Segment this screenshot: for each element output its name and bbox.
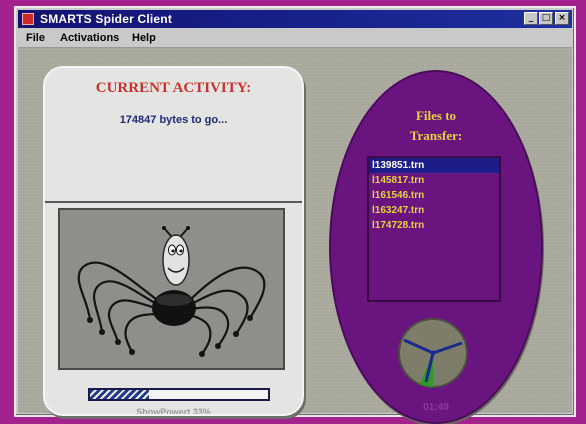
client-area: CURRENT ACTIVITY: 174847 bytes to go... <box>18 48 572 424</box>
files-title-line2: Transfer: <box>409 128 463 143</box>
title-bar[interactable]: SMARTS Spider Client _ □ × <box>18 10 572 28</box>
menu-activations[interactable]: Activations <box>60 32 119 44</box>
divider <box>45 201 302 203</box>
progress-fill <box>90 390 149 399</box>
app-icon <box>22 13 34 25</box>
clock-icon <box>398 318 468 388</box>
activity-title: CURRENT ACTIVITY: <box>95 80 252 96</box>
files-title-line1: Files to <box>415 108 457 123</box>
file-list-item[interactable]: l161546.trn <box>369 188 499 203</box>
spider-icon <box>77 226 266 357</box>
minimize-button[interactable]: _ <box>524 12 538 25</box>
menu-bar: File Activations Help <box>18 29 572 48</box>
elapsed-time: 01:49 <box>423 402 449 413</box>
progress-label: ShowPowert 33% <box>136 407 211 416</box>
file-list-item[interactable]: l145817.trn <box>369 173 499 188</box>
menu-file[interactable]: File <box>26 32 45 44</box>
window-title: SMARTS Spider Client <box>40 12 173 26</box>
file-list-item[interactable]: l174728.trn <box>369 218 499 233</box>
file-list-item[interactable]: l163247.trn <box>369 203 499 218</box>
file-list[interactable]: l139851.trn l145817.trn l161546.trn l163247… <box>367 156 501 302</box>
file-list-item[interactable]: l139851.trn <box>369 158 499 173</box>
menu-help[interactable]: Help <box>132 32 156 44</box>
current-activity-panel: CURRENT ACTIVITY: 174847 bytes to go... <box>43 66 304 416</box>
spider-client-window: SMARTS Spider Client _ □ × File Activati… <box>14 6 576 424</box>
close-button[interactable]: × <box>555 12 569 25</box>
bytes-remaining-text: 174847 bytes to go... <box>119 114 228 126</box>
files-to-transfer-panel: Files to Transfer: l139851.trn l145817.tr… <box>329 70 543 424</box>
transfer-progress-bar <box>88 388 270 401</box>
files-title: Files to Transfer: <box>331 106 541 146</box>
maximize-button[interactable]: □ <box>539 12 553 25</box>
spider-animation <box>58 208 285 370</box>
